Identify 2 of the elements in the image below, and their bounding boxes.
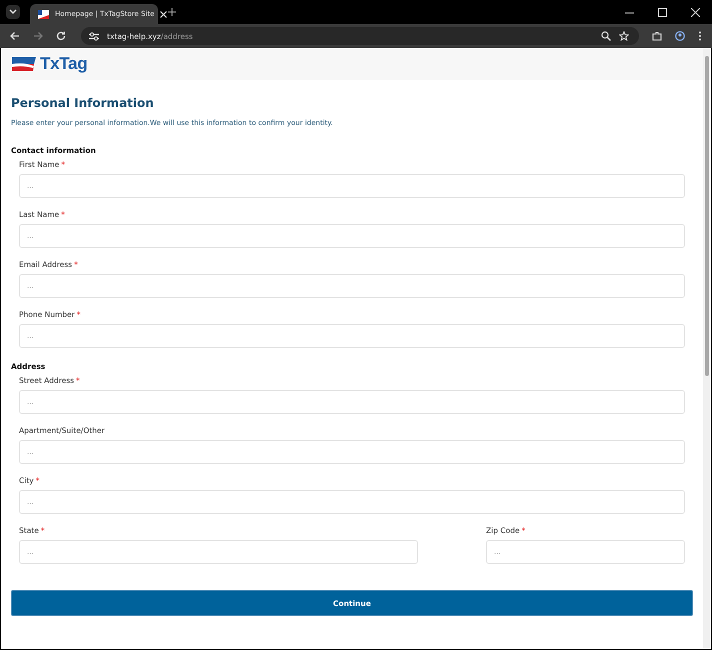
page-heading: Personal Information [11, 96, 155, 110]
logo-text: TxTag [40, 54, 88, 74]
